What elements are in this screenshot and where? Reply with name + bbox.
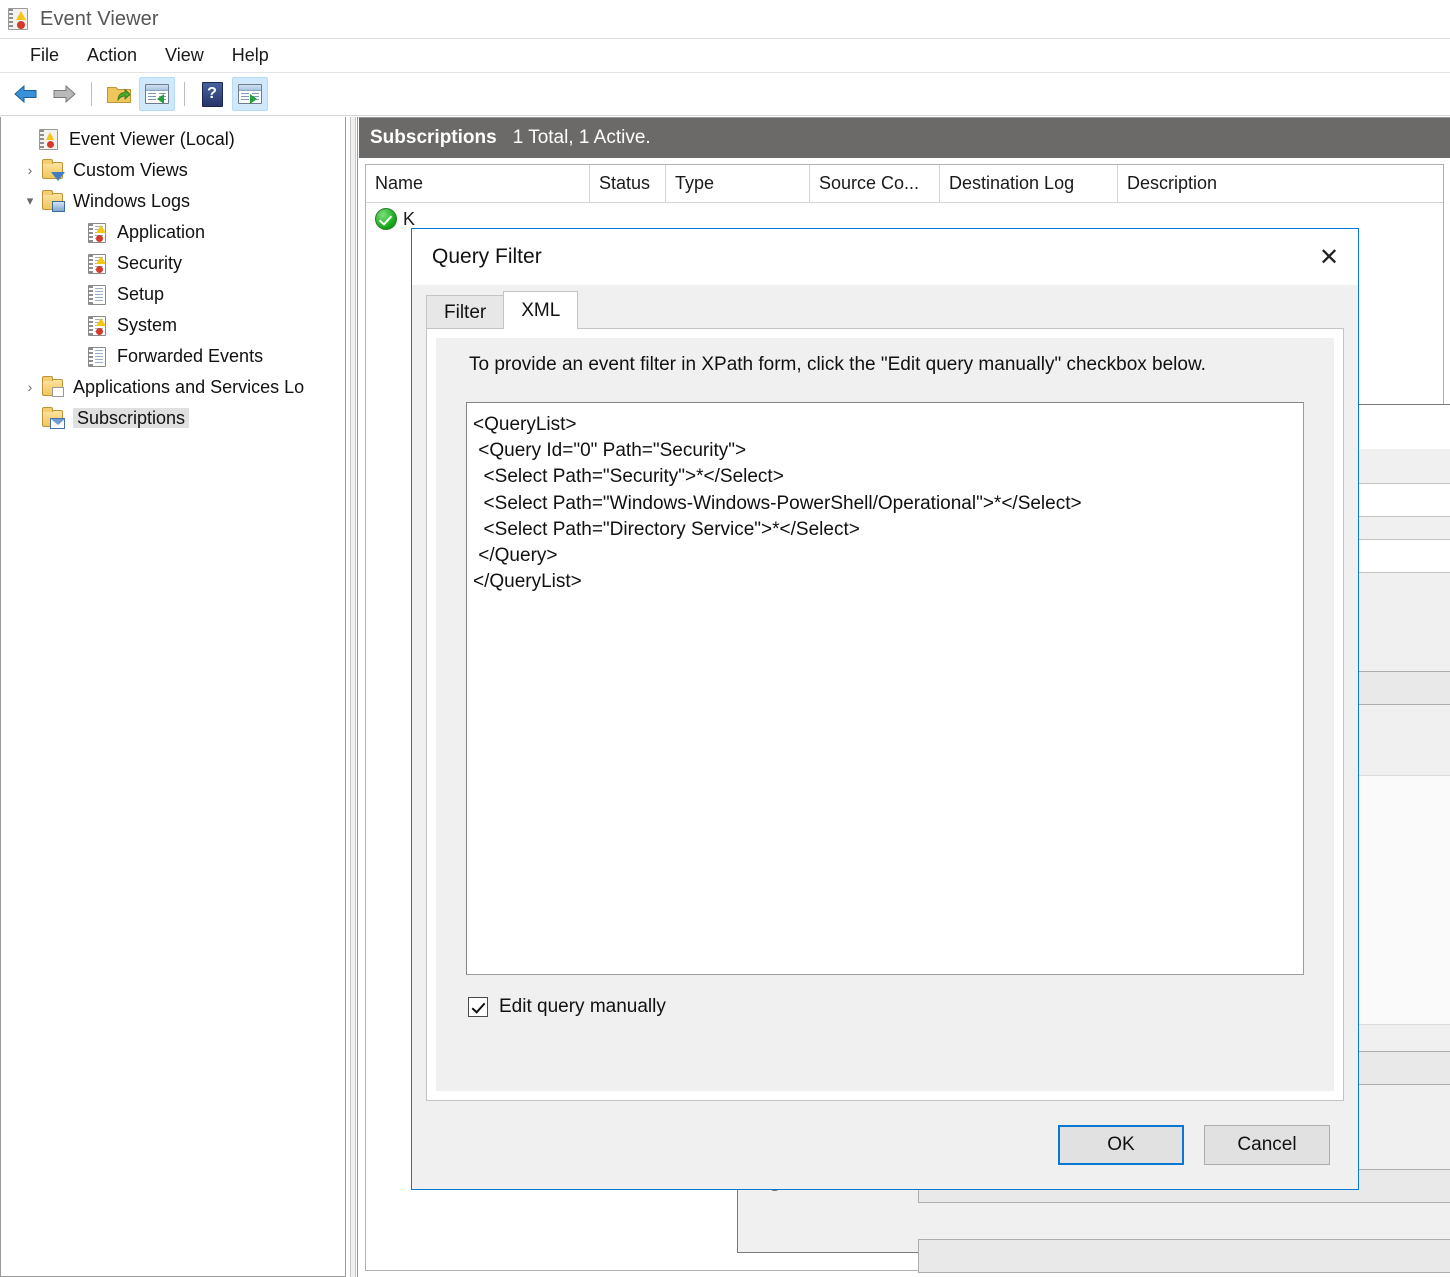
tree-item-label: Setup [117,283,165,304]
xml-query-textarea[interactable]: <QueryList> <Query Id="0" Path="Security… [466,402,1304,975]
tree-item-label: Forwarded Events [117,345,264,366]
tree-item-label: Security [117,252,183,273]
pane-header: Subscriptions 1 Total, 1 Active. [359,118,1450,158]
tree-item-event-viewer-local[interactable]: › Event Viewer (Local) [1,123,345,154]
column-header-name[interactable]: Name [366,165,590,202]
show-hide-action-pane-button[interactable] [232,77,268,111]
success-check-icon [375,208,397,230]
column-header-status[interactable]: Status [590,165,666,202]
pane-subtitle: 1 Total, 1 Active. [512,127,651,148]
log-warning-icon [85,221,109,243]
dialog-footer: OK Cancel [412,1101,1358,1189]
back-button[interactable] [8,77,44,111]
log-plain-icon [85,345,109,367]
edit-query-manually-label: Edit query manually [499,996,666,1017]
tree-item-system[interactable]: › System [1,309,345,340]
close-icon[interactable]: ✕ [1300,229,1358,285]
tab-panel-xml: To provide an event filter in XPath form… [426,328,1344,1101]
pane-title: Subscriptions [370,127,497,148]
tabstrip: Filter XML [426,291,1344,329]
column-header-description[interactable]: Description [1118,165,1418,202]
action-pane-icon [238,84,262,104]
folder-export-icon [106,83,132,105]
dialog-title: Query Filter [432,245,542,268]
tree-item-label: Applications and Services Lo [73,376,305,397]
log-warning-icon [85,314,109,336]
column-header-row: Name Status Type Source Co... Destinatio… [366,165,1443,203]
edit-query-manually-checkbox[interactable] [468,997,488,1017]
tree-item-label: Event Viewer (Local) [69,128,235,149]
column-header-source-computers[interactable]: Source Co... [810,165,940,202]
show-hide-console-tree-button[interactable] [139,77,175,111]
window-title: Event Viewer [40,7,159,30]
tree-item-label: System [117,314,178,335]
tree-item-security[interactable]: › Security [1,247,345,278]
folder-filter-icon [41,158,65,181]
left-arrow-icon [13,84,39,104]
tree-item-subscriptions[interactable]: › Subscriptions [1,402,345,433]
tab-filter[interactable]: Filter [426,295,505,329]
tab-panel-inner: To provide an event filter in XPath form… [436,338,1334,1091]
query-filter-titlebar: Query Filter ✕ [412,229,1358,285]
tab-xml[interactable]: XML [503,291,579,329]
subscription-name: K [403,208,416,229]
toolbar-separator-2 [184,82,185,106]
folder-monitor-icon [41,189,65,212]
edit-query-manually-row[interactable]: Edit query manually [468,996,666,1018]
pane-splitter[interactable] [345,117,358,1277]
forward-button[interactable] [46,77,82,111]
chevron-right-icon[interactable]: › [19,162,41,178]
question-mark-icon: ? [201,81,223,107]
cancel-button[interactable]: Cancel [1204,1125,1330,1165]
folder-white-icon [41,375,65,398]
toolbar: ? [0,73,1450,116]
xpath-hint-text: To provide an event filter in XPath form… [469,354,1206,375]
column-header-destination-log[interactable]: Destination Log [940,165,1118,202]
tree-item-applications-and-services-logs[interactable]: › Applications and Services Lo [1,371,345,402]
tree-item-windows-logs[interactable]: ▾ Windows Logs [1,185,345,216]
right-arrow-icon [51,84,77,104]
export-list-button[interactable] [101,77,137,111]
menu-action[interactable]: Action [73,43,151,68]
tree-item-forwarded-events[interactable]: › Forwarded Events [1,340,345,371]
event-viewer-icon [8,8,30,30]
xml-query-text: <QueryList> <Query Id="0" Path="Security… [473,414,1082,593]
ghost-button-ok-cancel[interactable] [918,1239,1450,1273]
menu-view[interactable]: View [151,43,218,68]
query-filter-dialog[interactable]: Query Filter ✕ Filter XML To provide an … [411,228,1359,1190]
tree-item-label: Subscriptions [73,407,190,428]
menu-bar: File Action View Help [0,38,1450,73]
menu-file[interactable]: File [16,43,73,68]
chevron-down-icon[interactable]: ▾ [19,193,41,209]
menu-help[interactable]: Help [218,43,283,68]
folder-envelope-icon [41,406,65,429]
ok-button[interactable]: OK [1058,1125,1184,1165]
query-filter-body: Filter XML To provide an event filter in… [412,285,1358,1189]
help-button[interactable]: ? [194,77,230,111]
column-header-type[interactable]: Type [666,165,810,202]
tree-item-label: Windows Logs [73,190,191,211]
tree-item-custom-views[interactable]: › Custom Views [1,154,345,185]
toolbar-separator [91,82,92,106]
tree-item-setup[interactable]: › Setup [1,278,345,309]
event-viewer-icon [37,128,61,150]
console-tree-icon [145,84,169,104]
tree-item-application[interactable]: › Application [1,216,345,247]
tree-item-label: Application [117,221,206,242]
tree-item-label: Custom Views [73,159,188,180]
window-titlebar: Event Viewer [0,0,1450,38]
log-warning-icon [85,252,109,274]
log-plain-icon [85,283,109,305]
console-tree: › Event Viewer (Local) › Custom Views ▾ … [0,117,345,1277]
chevron-right-icon[interactable]: › [19,379,41,395]
